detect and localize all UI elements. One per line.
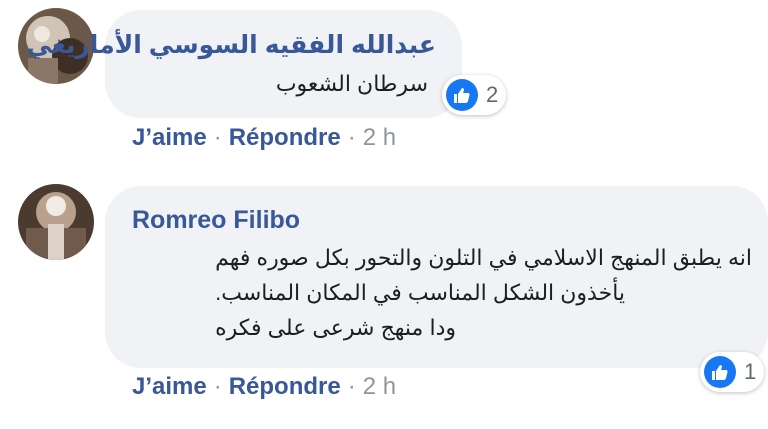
reaction-summary[interactable]: 1 — [700, 352, 765, 392]
comment-text-line: انه يطبق المنهج الاسلامي في التلون والتح… — [215, 245, 752, 270]
comment-actions: J’aime · Répondre · 2 h — [132, 373, 396, 401]
like-link[interactable]: J’aime — [132, 373, 207, 401]
separator: · — [213, 373, 222, 400]
profile-photo-icon — [18, 184, 94, 260]
separator: · — [347, 124, 356, 151]
avatar[interactable] — [18, 184, 94, 260]
comment-author[interactable]: Romreo Filibo — [132, 206, 300, 235]
comment-author[interactable]: عبدالله الفقيه السوسي الأمازيغي — [27, 30, 436, 60]
reaction-count: 2 — [486, 82, 499, 107]
like-link[interactable]: J’aime — [132, 124, 207, 152]
comment-text-line: ودا منهج شرعى على فكره — [215, 315, 456, 340]
reply-link[interactable]: Répondre — [229, 124, 341, 152]
separator: · — [347, 373, 356, 400]
like-icon — [704, 356, 736, 388]
comment-text: انه يطبق المنهج الاسلامي في التلون والتح… — [215, 240, 752, 345]
comment-bubble — [105, 10, 462, 118]
comment-text-line: يأخذون الشكل المناسب في المكان المناسب. — [215, 280, 626, 305]
timestamp[interactable]: 2 h — [363, 124, 396, 152]
reaction-count: 1 — [744, 359, 757, 384]
reaction-summary[interactable]: 2 — [442, 75, 507, 115]
timestamp[interactable]: 2 h — [363, 373, 396, 401]
comment-actions: J’aime · Répondre · 2 h — [132, 124, 396, 152]
comment-text: سرطان الشعوب — [276, 66, 428, 101]
like-icon — [446, 79, 478, 111]
separator: · — [213, 124, 222, 151]
reply-link[interactable]: Répondre — [229, 373, 341, 401]
comment-text-line: سرطان الشعوب — [275, 71, 428, 96]
